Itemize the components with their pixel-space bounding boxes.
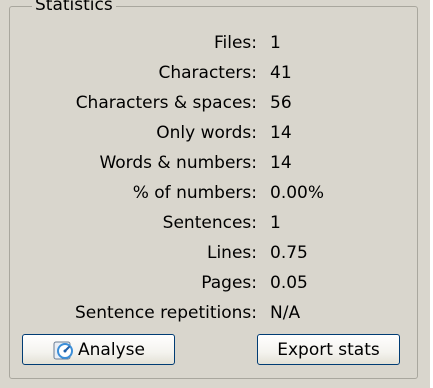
stat-value: N/A xyxy=(270,303,301,323)
stat-label: Files: xyxy=(213,33,257,53)
stat-value: 1 xyxy=(270,213,281,233)
stat-row-sentence-repetitions: Sentence repetitions: N/A xyxy=(10,298,417,328)
stat-label: Only words: xyxy=(156,123,257,143)
statistics-panel: Statistics Files: 1 Characters: 41 Chara… xyxy=(0,0,433,388)
stat-label: % of numbers: xyxy=(132,183,257,203)
stat-row-percent-numbers: % of numbers: 0.00% xyxy=(10,178,417,208)
analyse-button-label: Analyse xyxy=(78,339,145,360)
stat-label: Pages: xyxy=(201,273,257,293)
stat-value: 41 xyxy=(270,63,292,83)
stat-row-characters: Characters: 41 xyxy=(10,58,417,88)
stat-label: Words & numbers: xyxy=(99,153,257,173)
stat-row-words-numbers: Words & numbers: 14 xyxy=(10,148,417,178)
stat-row-lines: Lines: 0.75 xyxy=(10,238,417,268)
export-stats-button[interactable]: Export stats xyxy=(257,334,400,365)
stat-value: 56 xyxy=(270,93,292,113)
stat-row-only-words: Only words: 14 xyxy=(10,118,417,148)
stat-value: 1 xyxy=(270,33,281,53)
stat-value: 14 xyxy=(270,153,292,173)
stats-list: Files: 1 Characters: 41 Characters & spa… xyxy=(10,28,417,328)
stat-row-files: Files: 1 xyxy=(10,28,417,58)
export-stats-button-label: Export stats xyxy=(277,339,380,360)
groupbox-title: Statistics xyxy=(32,0,116,15)
stat-label: Characters & spaces: xyxy=(75,93,257,113)
stat-value: 0.00% xyxy=(270,183,325,203)
statistics-groupbox: Statistics Files: 1 Characters: 41 Chara… xyxy=(9,0,418,379)
stat-row-sentences: Sentences: 1 xyxy=(10,208,417,238)
stat-value: 14 xyxy=(270,123,292,143)
stat-label: Characters: xyxy=(158,63,257,83)
stat-label: Sentence repetitions: xyxy=(75,303,257,323)
stat-row-pages: Pages: 0.05 xyxy=(10,268,417,298)
stat-value: 0.05 xyxy=(270,273,308,293)
stat-label: Lines: xyxy=(206,243,257,263)
analyse-gauge-icon xyxy=(52,339,74,361)
stat-label: Sentences: xyxy=(162,213,257,233)
analyse-button[interactable]: Analyse xyxy=(22,334,175,365)
stat-value: 0.75 xyxy=(270,243,308,263)
stat-row-characters-spaces: Characters & spaces: 56 xyxy=(10,88,417,118)
